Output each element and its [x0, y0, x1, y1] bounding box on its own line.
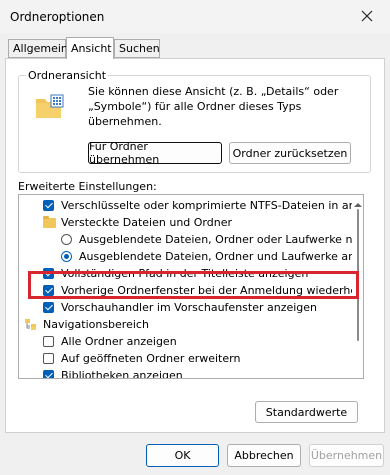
restore-defaults-label: Standardwerte [265, 405, 348, 419]
list-item: Versteckte Dateien und Ordner [43, 214, 232, 231]
list-item-label: Bibliotheken anzeigen [61, 369, 183, 379]
list-item[interactable]: Auf geöffneten Ordner erweitern [43, 350, 240, 367]
checkbox[interactable] [43, 353, 54, 364]
list-item-label: Vorherige Ordnerfenster bei der Anmeldun… [61, 284, 353, 297]
list-item-label: Versteckte Dateien und Ordner [61, 216, 233, 229]
tab-suchen-label: Suchen [119, 42, 160, 55]
list-item-label: Ausgeblendete Dateien, Ordner und Laufwe… [79, 250, 353, 263]
cancel-button[interactable]: Abbrechen [227, 444, 301, 467]
tab-suchen[interactable]: Suchen [114, 39, 160, 58]
checkbox-checked[interactable] [43, 302, 54, 313]
cancel-label: Abbrechen [234, 449, 294, 462]
list-item: Navigationsbereich [24, 316, 149, 333]
list-item[interactable]: Vollständigen Pfad in der Titelleiste an… [43, 265, 308, 282]
list-item[interactable]: Ausgeblendete Dateien, Ordner oder Laufw… [61, 231, 353, 248]
tab-ansicht-label: Ansicht [71, 42, 112, 55]
list-item[interactable]: Vorherige Ordnerfenster bei der Anmeldun… [43, 282, 353, 299]
list-item[interactable]: Alle Ordner anzeigen [43, 333, 177, 350]
list-item-label: Ausgeblendete Dateien, Ordner oder Laufw… [79, 233, 353, 246]
list-item-label: Auf geöffneten Ordner erweitern [61, 352, 241, 365]
checkbox-checked[interactable] [43, 200, 54, 211]
list-item[interactable]: Bibliotheken anzeigen [43, 367, 183, 379]
list-item-label: Vollständigen Pfad in der Titelleiste an… [61, 267, 309, 280]
radio-button-selected[interactable] [61, 251, 72, 262]
list-item-label: Navigationsbereich [43, 318, 149, 331]
apply-to-folders-label: Für Ordner übernehmen [89, 140, 160, 166]
checkbox-checked[interactable] [43, 285, 54, 296]
radio-button[interactable] [61, 234, 72, 245]
checkbox-checked[interactable] [43, 268, 54, 279]
tab-ansicht[interactable]: Ansicht [66, 37, 114, 59]
close-icon[interactable] [352, 4, 382, 28]
reset-folders-button[interactable]: Ordner zurücksetzen [229, 142, 351, 164]
window-title: Ordneroptionen [10, 10, 105, 24]
scroll-thumb[interactable] [357, 209, 359, 341]
apply-button[interactable]: Übernehmen [309, 444, 384, 467]
folder-icon [43, 215, 56, 228]
list-item[interactable]: Vorschauhandler im Vorschaufenster anzei… [43, 299, 317, 316]
tab-allgemein-label: Allgemein [13, 42, 68, 55]
vertical-scrollbar[interactable] [352, 194, 364, 379]
list-item[interactable]: Verschlüsselte oder komprimierte NTFS-Da… [43, 197, 353, 214]
checkbox[interactable] [43, 336, 54, 347]
navigation-pane-icon [24, 318, 38, 331]
list-item-label: Alle Ordner anzeigen [61, 335, 177, 348]
list-item-label: Verschlüsselte oder komprimierte NTFS-Da… [61, 199, 353, 212]
checkbox-checked[interactable] [43, 370, 54, 378]
apply-label: Übernehmen [310, 449, 383, 462]
apply-to-folders-button[interactable]: Für Ordner übernehmen [88, 140, 222, 166]
list-item-label: Vorschauhandler im Vorschaufenster anzei… [61, 301, 318, 314]
reset-folders-label: Ordner zurücksetzen [232, 146, 348, 160]
restore-defaults-button[interactable]: Standardwerte [255, 401, 358, 423]
advanced-settings-list[interactable]: Verschlüsselte oder komprimierte NTFS-Da… [18, 194, 353, 379]
tab-allgemein[interactable]: Allgemein [8, 39, 68, 58]
ok-label: OK [174, 449, 191, 462]
ok-button[interactable]: OK [146, 444, 219, 467]
list-item[interactable]: Ausgeblendete Dateien, Ordner und Laufwe… [61, 248, 353, 265]
